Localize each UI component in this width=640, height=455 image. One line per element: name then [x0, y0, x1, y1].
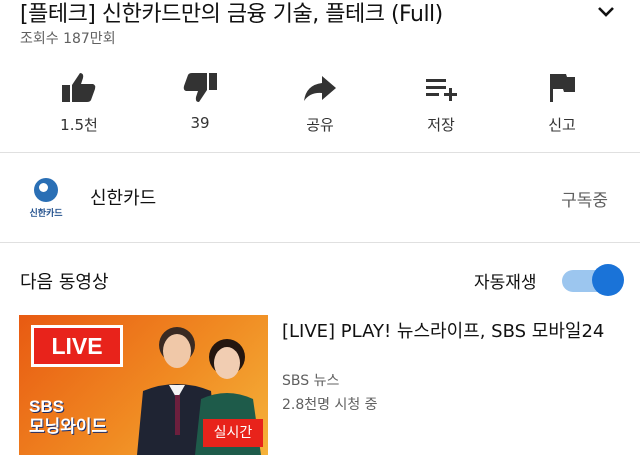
view-count: 조회수 187만회	[20, 31, 116, 47]
thumbs-up-icon	[62, 73, 96, 102]
subscribe-button[interactable]: 구독중	[561, 186, 608, 211]
save-playlist-icon	[426, 79, 457, 101]
toggle-knob	[592, 264, 624, 296]
flag-icon	[550, 74, 575, 102]
up-next-label: 다음 동영상	[20, 272, 109, 293]
autoplay-toggle[interactable]	[560, 264, 624, 296]
program-name: SBS 모닝와이드	[29, 397, 108, 436]
next-video-channel: SBS 뉴스	[282, 373, 340, 389]
share-icon	[304, 76, 336, 101]
dislike-count: 39	[190, 114, 210, 132]
realtime-badge: 실시간	[203, 419, 263, 447]
share-button[interactable]: 공유	[270, 62, 370, 142]
shinhan-logo-icon	[34, 178, 58, 202]
next-video-title[interactable]: [LIVE] PLAY! 뉴스라이프, SBS 모바일24	[282, 318, 612, 346]
channel-avatar[interactable]: 신한카드	[22, 178, 70, 224]
autoplay-label: 자동재생	[474, 273, 537, 293]
video-title: [플테크] 신한카드만의 금융 기술, 플테크 (Full)	[20, 2, 443, 27]
report-button[interactable]: 신고	[512, 62, 612, 142]
divider	[0, 152, 640, 153]
like-button[interactable]: 1.5천	[29, 62, 129, 142]
live-badge: LIVE	[31, 325, 123, 367]
save-label: 저장	[427, 116, 455, 134]
thumbs-down-icon	[183, 73, 217, 102]
divider	[0, 242, 640, 243]
chevron-down-icon[interactable]	[594, 0, 618, 24]
action-bar: 1.5천 39 공유 저장 신고	[0, 62, 640, 142]
channel-logo-text: 신한카드	[29, 209, 63, 219]
report-label: 신고	[548, 116, 576, 134]
channel-row[interactable]: 신한카드 신한카드 구독중	[0, 154, 640, 242]
channel-name[interactable]: 신한카드	[90, 184, 156, 210]
save-button[interactable]: 저장	[391, 62, 491, 142]
next-video-viewers: 2.8천명 시청 중	[282, 397, 378, 413]
next-video-thumbnail[interactable]: LIVE SBS 모닝와이드 실시간	[19, 315, 268, 455]
dislike-button[interactable]: 39	[150, 62, 250, 142]
like-count: 1.5천	[60, 116, 98, 134]
video-title-row[interactable]: [플테크] 신한카드만의 금융 기술, 플테크 (Full)	[0, 0, 640, 27]
share-label: 공유	[306, 116, 334, 134]
